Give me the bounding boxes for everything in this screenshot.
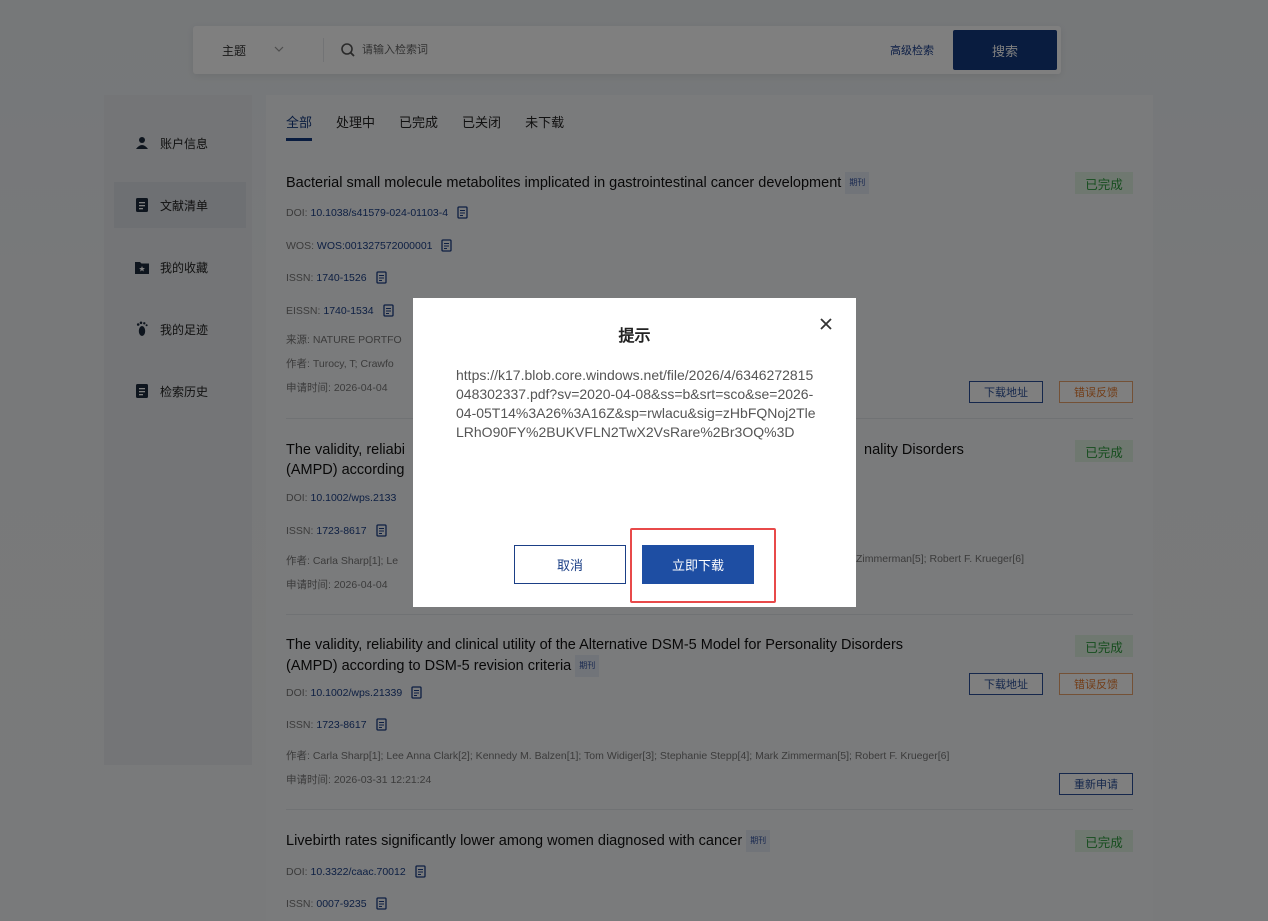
close-icon[interactable] <box>819 317 833 331</box>
download-now-button[interactable]: 立即下载 <box>642 545 754 584</box>
download-dialog: 提示 https://k17.blob.core.windows.net/fil… <box>413 298 856 607</box>
download-url-text: https://k17.blob.core.windows.net/file/2… <box>456 367 816 440</box>
cancel-button[interactable]: 取消 <box>514 545 626 584</box>
dialog-title: 提示 <box>618 328 651 345</box>
